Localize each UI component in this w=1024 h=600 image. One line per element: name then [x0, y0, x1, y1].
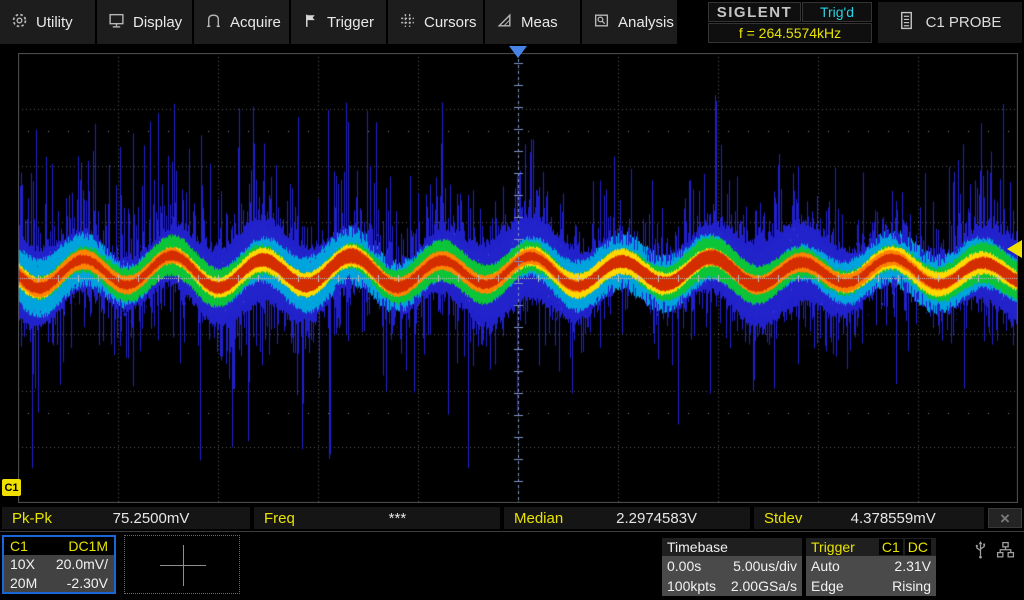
menu-analysis[interactable]: Analysis — [582, 0, 677, 44]
timebase-title: Timebase — [662, 538, 802, 556]
status-block: SIGLENT Trig'd f = 264.5574kHz — [708, 2, 872, 43]
channel-volts-per-div: 20.0mV/ — [55, 556, 108, 573]
menu-bar: Utility Display Acquire Trigger Cursors … — [0, 0, 1024, 45]
channel-descriptor-box[interactable]: C1 DC1M 10X 20.0mV/ 20M -2.30V — [2, 535, 116, 594]
waveform-canvas[interactable] — [18, 53, 1018, 503]
timebase-row: 0.00s 5.00us/div — [662, 556, 802, 576]
crosshatch-icon — [399, 12, 416, 33]
channel-offset-row: 20M -2.30V — [4, 573, 114, 592]
trigger-row: Auto 2.31V — [806, 556, 936, 576]
close-icon: × — [1000, 508, 1010, 528]
measurement-value: 75.2500mV — [112, 509, 190, 527]
trigger-title: Trigger — [811, 539, 855, 555]
trigger-position-marker[interactable] — [509, 46, 527, 58]
trigger-mode: Auto — [811, 558, 840, 574]
measurement-stdev[interactable]: Stdev 4.378559mV — [754, 507, 984, 529]
measurement-value: 4.378559mV — [850, 509, 936, 527]
menu-utility[interactable]: Utility — [0, 0, 95, 44]
waveform-area: C1 — [0, 45, 1024, 506]
probe-menu[interactable]: C1 PROBE — [878, 2, 1022, 43]
menu-label: Acquire — [230, 13, 281, 31]
clipboard-icon — [899, 11, 914, 34]
measurement-bar: Pk-Pk 75.2500mV Freq *** Median 2.297458… — [0, 506, 1024, 530]
menu-trigger[interactable]: Trigger — [291, 0, 386, 44]
add-channel-slot[interactable] — [124, 535, 240, 594]
channel-coupling: DC1M — [68, 538, 108, 555]
channel-ground-badge[interactable]: C1 — [2, 479, 21, 496]
trigger-slope: Rising — [892, 578, 931, 594]
channel-attenuation: 10X — [10, 556, 35, 573]
bottom-bar: C1 DC1M 10X 20.0mV/ 20M -2.30V Timebase … — [0, 532, 1024, 600]
menu-display[interactable]: Display — [97, 0, 192, 44]
timebase-row: 100kpts 2.00GSa/s — [662, 576, 802, 596]
trigger-type: Edge — [811, 578, 844, 594]
timebase-box[interactable]: Timebase 0.00s 5.00us/div 100kpts 2.00GS… — [662, 538, 802, 596]
channel-header-row: C1 DC1M — [4, 537, 114, 556]
trigger-source-chip: C1 — [878, 539, 903, 555]
trigger-level-marker[interactable] — [1007, 240, 1022, 258]
channel-name: C1 — [10, 538, 28, 555]
trigger-box[interactable]: Trigger C1 DC Auto 2.31V Edge Rising — [806, 538, 936, 596]
arch-icon — [205, 12, 222, 33]
measurement-freq[interactable]: Freq *** — [254, 507, 500, 529]
measurement-pkpk[interactable]: Pk-Pk 75.2500mV — [2, 507, 250, 529]
brand-logo: SIGLENT — [708, 2, 801, 22]
channel-bandwidth: 20M — [10, 574, 38, 591]
timebase-scale: 5.00us/div — [733, 558, 797, 574]
menu-label: Meas — [521, 13, 558, 31]
menu-label: Trigger — [327, 13, 374, 31]
menu-acquire[interactable]: Acquire — [194, 0, 289, 44]
magnifier-folder-icon — [593, 12, 610, 33]
measurement-label: Stdev — [764, 509, 803, 527]
menu-meas[interactable]: Meas — [485, 0, 580, 44]
trigger-coupling-chip: DC — [904, 539, 931, 555]
measurement-value: *** — [388, 509, 407, 527]
channel-scale-row: 10X 20.0mV/ — [4, 555, 114, 574]
measurement-median[interactable]: Median 2.2974583V — [504, 507, 750, 529]
close-measurements-button[interactable]: × — [988, 508, 1022, 528]
gear-icon — [11, 12, 28, 33]
menu-cursors[interactable]: Cursors — [388, 0, 483, 44]
monitor-icon — [108, 12, 125, 33]
trigger-header: Trigger C1 DC — [806, 538, 936, 556]
channel-offset: -2.30V — [66, 574, 108, 591]
usb-icon — [972, 540, 989, 565]
menu-label: Cursors — [424, 13, 477, 31]
trigger-frequency-counter: f = 264.5574kHz — [708, 23, 872, 43]
measurement-label: Median — [514, 509, 564, 527]
menu-label: Analysis — [618, 13, 674, 31]
measurement-label: Freq — [264, 509, 295, 527]
trigger-row: Edge Rising — [806, 576, 936, 596]
lan-icon — [996, 541, 1015, 564]
menu-label: Utility — [36, 13, 73, 31]
trigger-status-badge: Trig'd — [802, 2, 872, 22]
timebase-delay: 0.00s — [667, 558, 702, 574]
timebase-sample-rate: 2.00GSa/s — [730, 578, 797, 594]
probe-label: C1 PROBE — [925, 14, 1002, 31]
timebase-memory: 100kpts — [667, 578, 717, 594]
menu-label: Display — [133, 13, 183, 31]
flag-icon — [302, 12, 319, 33]
oscilloscope-screen: Utility Display Acquire Trigger Cursors … — [0, 0, 1024, 600]
set-square-icon — [496, 12, 513, 33]
measurement-value: 2.2974583V — [616, 509, 698, 527]
measurement-label: Pk-Pk — [12, 509, 53, 527]
crosshair-icon — [183, 545, 184, 586]
trigger-level: 2.31V — [894, 558, 931, 574]
